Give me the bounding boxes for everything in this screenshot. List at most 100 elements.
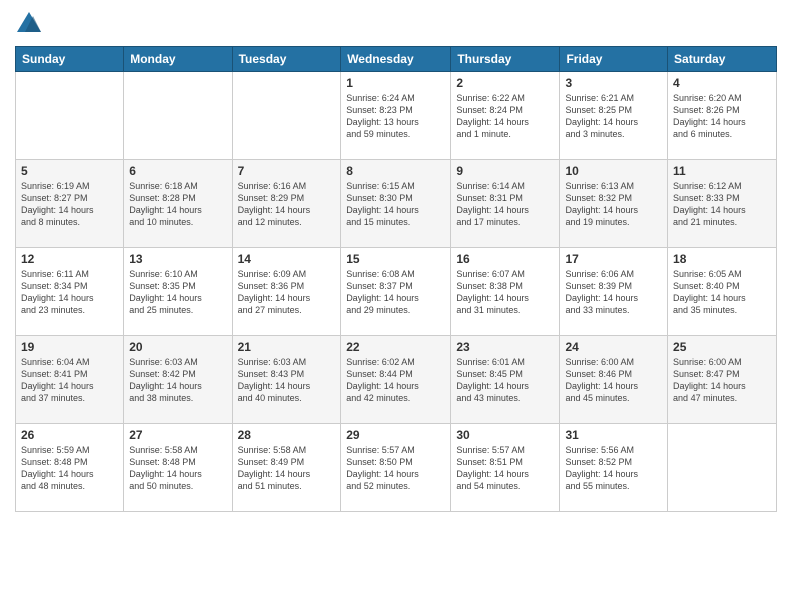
week-row-0: 1 Sunrise: 6:24 AMSunset: 8:23 PMDaylight…	[16, 72, 777, 160]
day-cell: 20 Sunrise: 6:03 AMSunset: 8:42 PMDayligh…	[124, 336, 232, 424]
day-cell: 14Sunrise: 6:09 AMSunset: 8:36 PMDayligh…	[232, 248, 341, 336]
day-header-tuesday: Tuesday	[232, 47, 341, 72]
day-cell: 25 Sunrise: 6:00 AMSunset: 8:47 PMDayligh…	[668, 336, 777, 424]
logo-icon	[15, 10, 43, 38]
day-number: 22	[346, 340, 445, 354]
day-info: Sunrise: 6:03 AMSunset: 8:42 PMDaylight:…	[129, 356, 226, 405]
day-info: Sunrise: 6:00 AMSunset: 8:47 PMDaylight:…	[673, 356, 771, 405]
day-info: Sunrise: 6:03 AMSunset: 8:43 PMDaylight:…	[238, 356, 336, 405]
day-header-monday: Monday	[124, 47, 232, 72]
day-cell	[668, 424, 777, 512]
day-number: 11	[673, 164, 771, 178]
day-header-thursday: Thursday	[451, 47, 560, 72]
day-cell: 29 Sunrise: 5:57 AMSunset: 8:50 PMDayligh…	[341, 424, 451, 512]
day-cell	[232, 72, 341, 160]
day-info: Sunrise: 6:12 AMSunset: 8:33 PMDaylight:…	[673, 180, 771, 229]
day-cell: 8 Sunrise: 6:15 AMSunset: 8:30 PMDaylight…	[341, 160, 451, 248]
day-number: 25	[673, 340, 771, 354]
day-cell	[16, 72, 124, 160]
day-cell	[124, 72, 232, 160]
day-cell: 31 Sunrise: 5:56 AMSunset: 8:52 PMDayligh…	[560, 424, 668, 512]
day-info: Sunrise: 6:15 AMSunset: 8:30 PMDaylight:…	[346, 180, 445, 229]
day-number: 2	[456, 76, 554, 90]
week-row-3: 19 Sunrise: 6:04 AMSunset: 8:41 PMDayligh…	[16, 336, 777, 424]
day-number: 13	[129, 252, 226, 266]
day-cell: 4Sunrise: 6:20 AMSunset: 8:26 PMDaylight…	[668, 72, 777, 160]
day-info: Sunrise: 5:57 AMSunset: 8:50 PMDaylight:…	[346, 444, 445, 493]
week-row-4: 26 Sunrise: 5:59 AMSunset: 8:48 PMDayligh…	[16, 424, 777, 512]
day-cell: 6 Sunrise: 6:18 AMSunset: 8:28 PMDaylight…	[124, 160, 232, 248]
day-number: 30	[456, 428, 554, 442]
day-number: 26	[21, 428, 118, 442]
day-info: Sunrise: 6:10 AMSunset: 8:35 PMDaylight:…	[129, 268, 226, 317]
day-number: 21	[238, 340, 336, 354]
day-number: 24	[565, 340, 662, 354]
header	[15, 10, 777, 38]
day-info: Sunrise: 6:11 AMSunset: 8:34 PMDaylight:…	[21, 268, 118, 317]
day-number: 9	[456, 164, 554, 178]
day-cell: 17 Sunrise: 6:06 AMSunset: 8:39 PMDayligh…	[560, 248, 668, 336]
day-info: Sunrise: 6:01 AMSunset: 8:45 PMDaylight:…	[456, 356, 554, 405]
day-number: 6	[129, 164, 226, 178]
page: SundayMondayTuesdayWednesdayThursdayFrid…	[0, 0, 792, 612]
day-info: Sunrise: 6:07 AMSunset: 8:38 PMDaylight:…	[456, 268, 554, 317]
day-number: 19	[21, 340, 118, 354]
day-info: Sunrise: 6:24 AMSunset: 8:23 PMDaylight:…	[346, 92, 445, 141]
day-info: Sunrise: 6:22 AMSunset: 8:24 PMDaylight:…	[456, 92, 554, 141]
day-cell: 21 Sunrise: 6:03 AMSunset: 8:43 PMDayligh…	[232, 336, 341, 424]
day-cell: 15 Sunrise: 6:08 AMSunset: 8:37 PMDayligh…	[341, 248, 451, 336]
header-row: SundayMondayTuesdayWednesdayThursdayFrid…	[16, 47, 777, 72]
day-info: Sunrise: 5:59 AMSunset: 8:48 PMDaylight:…	[21, 444, 118, 493]
day-number: 15	[346, 252, 445, 266]
day-number: 29	[346, 428, 445, 442]
day-info: Sunrise: 6:21 AMSunset: 8:25 PMDaylight:…	[565, 92, 662, 141]
day-number: 7	[238, 164, 336, 178]
day-cell: 16Sunrise: 6:07 AMSunset: 8:38 PMDayligh…	[451, 248, 560, 336]
day-number: 17	[565, 252, 662, 266]
day-info: Sunrise: 6:16 AMSunset: 8:29 PMDaylight:…	[238, 180, 336, 229]
logo	[15, 10, 47, 38]
day-header-wednesday: Wednesday	[341, 47, 451, 72]
day-cell: 24 Sunrise: 6:00 AMSunset: 8:46 PMDayligh…	[560, 336, 668, 424]
day-number: 14	[238, 252, 336, 266]
day-info: Sunrise: 5:58 AMSunset: 8:49 PMDaylight:…	[238, 444, 336, 493]
day-header-friday: Friday	[560, 47, 668, 72]
day-cell: 5 Sunrise: 6:19 AMSunset: 8:27 PMDaylight…	[16, 160, 124, 248]
day-cell: 23 Sunrise: 6:01 AMSunset: 8:45 PMDayligh…	[451, 336, 560, 424]
day-info: Sunrise: 5:58 AMSunset: 8:48 PMDaylight:…	[129, 444, 226, 493]
day-cell: 12Sunrise: 6:11 AMSunset: 8:34 PMDayligh…	[16, 248, 124, 336]
day-number: 27	[129, 428, 226, 442]
day-info: Sunrise: 6:19 AMSunset: 8:27 PMDaylight:…	[21, 180, 118, 229]
day-number: 5	[21, 164, 118, 178]
day-cell: 28 Sunrise: 5:58 AMSunset: 8:49 PMDayligh…	[232, 424, 341, 512]
day-cell: 10Sunrise: 6:13 AMSunset: 8:32 PMDayligh…	[560, 160, 668, 248]
day-info: Sunrise: 6:06 AMSunset: 8:39 PMDaylight:…	[565, 268, 662, 317]
day-cell: 11 Sunrise: 6:12 AMSunset: 8:33 PMDayligh…	[668, 160, 777, 248]
day-info: Sunrise: 6:02 AMSunset: 8:44 PMDaylight:…	[346, 356, 445, 405]
day-info: Sunrise: 6:05 AMSunset: 8:40 PMDaylight:…	[673, 268, 771, 317]
day-info: Sunrise: 6:14 AMSunset: 8:31 PMDaylight:…	[456, 180, 554, 229]
day-number: 8	[346, 164, 445, 178]
day-cell: 9 Sunrise: 6:14 AMSunset: 8:31 PMDaylight…	[451, 160, 560, 248]
day-info: Sunrise: 6:13 AMSunset: 8:32 PMDaylight:…	[565, 180, 662, 229]
day-info: Sunrise: 6:04 AMSunset: 8:41 PMDaylight:…	[21, 356, 118, 405]
day-cell: 3Sunrise: 6:21 AMSunset: 8:25 PMDaylight…	[560, 72, 668, 160]
day-cell: 22 Sunrise: 6:02 AMSunset: 8:44 PMDayligh…	[341, 336, 451, 424]
day-info: Sunrise: 5:57 AMSunset: 8:51 PMDaylight:…	[456, 444, 554, 493]
day-info: Sunrise: 6:00 AMSunset: 8:46 PMDaylight:…	[565, 356, 662, 405]
day-header-saturday: Saturday	[668, 47, 777, 72]
day-info: Sunrise: 6:08 AMSunset: 8:37 PMDaylight:…	[346, 268, 445, 317]
day-cell: 1 Sunrise: 6:24 AMSunset: 8:23 PMDaylight…	[341, 72, 451, 160]
day-cell: 27 Sunrise: 5:58 AMSunset: 8:48 PMDayligh…	[124, 424, 232, 512]
day-number: 4	[673, 76, 771, 90]
day-cell: 30 Sunrise: 5:57 AMSunset: 8:51 PMDayligh…	[451, 424, 560, 512]
day-info: Sunrise: 6:18 AMSunset: 8:28 PMDaylight:…	[129, 180, 226, 229]
day-info: Sunrise: 5:56 AMSunset: 8:52 PMDaylight:…	[565, 444, 662, 493]
day-number: 1	[346, 76, 445, 90]
day-number: 20	[129, 340, 226, 354]
day-number: 28	[238, 428, 336, 442]
day-cell: 13 Sunrise: 6:10 AMSunset: 8:35 PMDayligh…	[124, 248, 232, 336]
day-cell: 7 Sunrise: 6:16 AMSunset: 8:29 PMDaylight…	[232, 160, 341, 248]
day-number: 23	[456, 340, 554, 354]
day-number: 31	[565, 428, 662, 442]
